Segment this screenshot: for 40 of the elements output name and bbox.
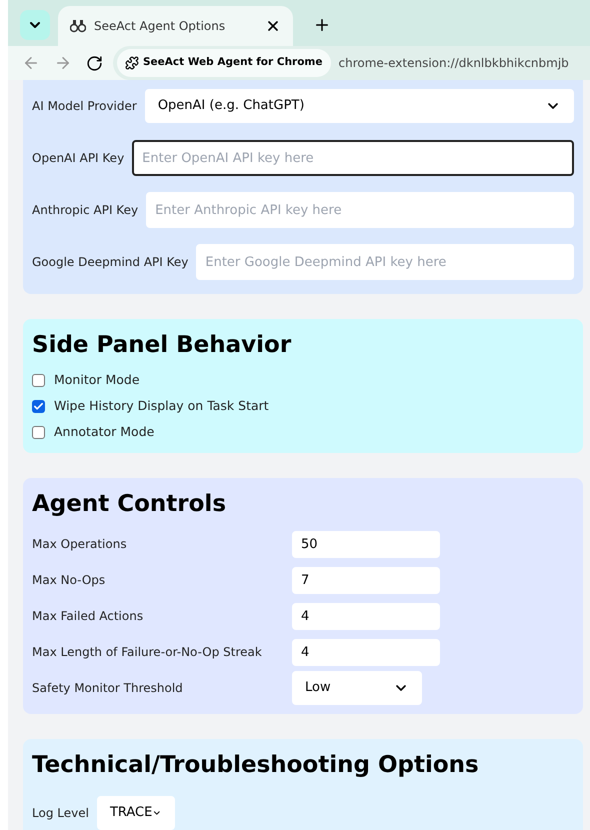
- field-label: AI Model Provider: [32, 98, 137, 115]
- field-label: Google Deepmind API Key: [32, 254, 188, 271]
- back-icon[interactable]: [22, 54, 40, 72]
- dropdown[interactable]: OpenAI (e.g. ChatGPT): [144, 89, 574, 123]
- field-label: Max Operations: [32, 536, 128, 553]
- dropdown[interactable]: TRACE: [96, 796, 175, 830]
- field-label: Safety Monitor Threshold: [32, 680, 184, 697]
- new-tab-icon[interactable]: [313, 16, 331, 34]
- section-heading: Technical/Troubleshooting Options: [32, 751, 480, 780]
- input-field[interactable]: 7: [292, 566, 440, 594]
- field-label: Max Failed Actions: [32, 608, 144, 625]
- section-heading: Agent Controls: [32, 490, 228, 519]
- browser-tab[interactable]: SeeAct Agent Options: [58, 6, 293, 46]
- checkbox-label: Wipe History Display on Task Start: [54, 396, 269, 415]
- checkbox-label: Monitor Mode: [54, 370, 140, 389]
- field-label: OpenAI API Key: [32, 150, 124, 167]
- input-field[interactable]: 4: [292, 638, 440, 666]
- checkbox[interactable]: [32, 374, 45, 386]
- tab-title: SeeAct Agent Options: [94, 18, 226, 35]
- dropdown[interactable]: Low: [292, 671, 422, 705]
- site-chip[interactable]: SeeAct Web Agent for Chrome: [117, 49, 330, 77]
- field-label: Log Level: [32, 805, 89, 822]
- section-heading: Side Panel Behavior: [32, 331, 292, 360]
- checkbox-label: Annotator Mode: [54, 422, 154, 441]
- puzzle-icon: [125, 56, 139, 70]
- url-text: chrome-extension://dknlbkbhikcnbmjb: [338, 55, 569, 72]
- field-label: Max No-Ops: [32, 572, 106, 589]
- tab-list-button[interactable]: [20, 10, 50, 40]
- field-label: Max Length of Failure-or-No-Op Streak: [32, 644, 263, 661]
- address-bar[interactable]: SeeAct Web Agent for Chrome chrome-extension://dknlbkbhikcnbmjb: [113, 46, 590, 80]
- input-field[interactable]: 50: [292, 530, 440, 558]
- checkbox[interactable]: [32, 426, 45, 438]
- field-label: Anthropic API Key: [32, 202, 138, 219]
- checkbox[interactable]: [32, 400, 45, 412]
- forward-icon[interactable]: [54, 54, 72, 72]
- input-field[interactable]: 4: [292, 602, 440, 630]
- reload-icon[interactable]: [86, 54, 103, 72]
- close-icon[interactable]: [265, 18, 281, 34]
- binoculars-icon: [70, 19, 86, 33]
- input-field[interactable]: Enter OpenAI API key here: [132, 140, 574, 176]
